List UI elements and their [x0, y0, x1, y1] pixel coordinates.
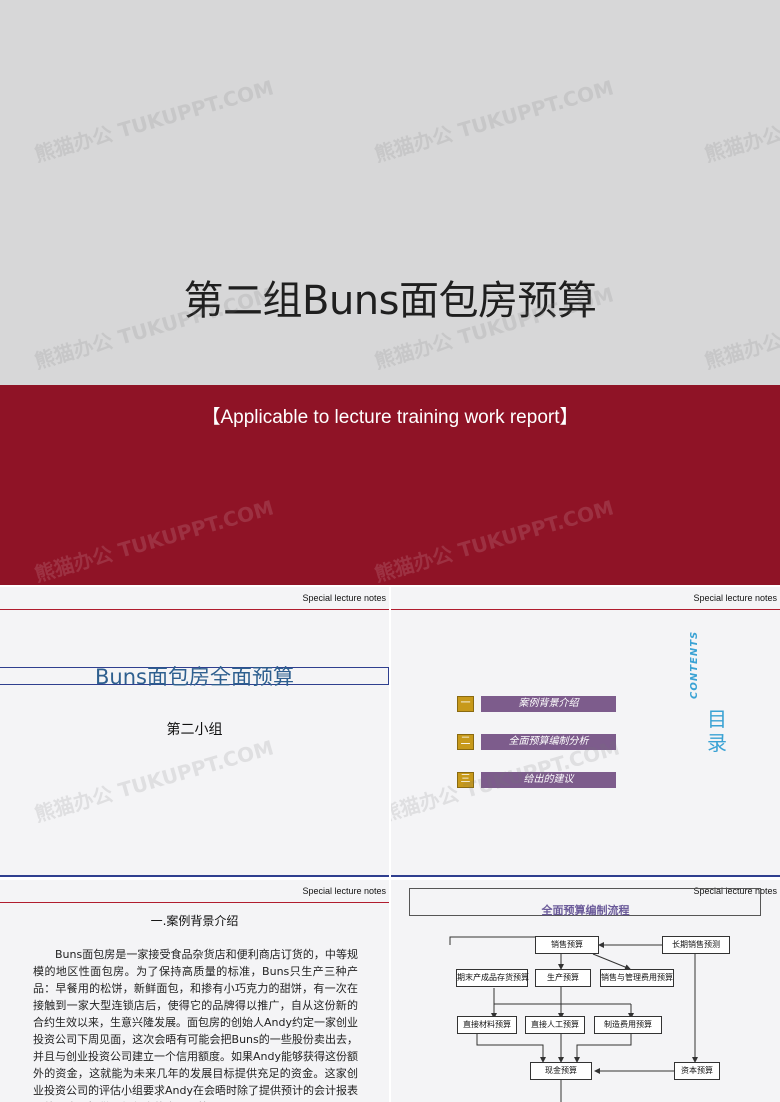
- cover-subtitle: 【Applicable to lecture training work rep…: [201, 407, 579, 428]
- toc-number: 二: [457, 734, 474, 750]
- toc-item[interactable]: 二 全面预算编制分析: [457, 734, 617, 750]
- slide-case-background: Special lecture notes 一.案例背景介绍 Buns面包房是一…: [0, 880, 389, 1102]
- cover-title: 第二组Buns面包房预算: [183, 278, 597, 324]
- slide-bottom-rule: [391, 875, 780, 877]
- toc-number: 三: [457, 772, 474, 788]
- slide-title: Special lecture notes Buns面包房全面预算 第二小组 熊…: [0, 587, 389, 877]
- box-capital-budget: 资本预算: [674, 1062, 720, 1080]
- toc-item[interactable]: 三 给出的建议: [457, 772, 617, 788]
- toc-label: 案例背景介绍: [481, 696, 616, 712]
- box-overhead: 制造费用预算: [594, 1016, 662, 1034]
- slide-top-rule: [0, 902, 389, 903]
- slide-top-rule: [391, 609, 780, 610]
- toc-label: 给出的建议: [481, 772, 616, 788]
- slide-note: Special lecture notes: [693, 593, 777, 603]
- slide-top-rule: [0, 609, 389, 610]
- section-heading: 一.案例背景介绍: [150, 914, 239, 928]
- cover-top-panel: [0, 0, 780, 385]
- box-selling-admin: 销售与管理费用预算: [600, 969, 674, 987]
- slide-bottom-rule: [0, 875, 389, 877]
- box-longterm-forecast: 长期销售预测: [662, 936, 730, 954]
- box-sales-budget: 销售预算: [535, 936, 599, 954]
- contents-heading: 目录: [707, 707, 727, 755]
- toc-item[interactable]: 一 案例背景介绍: [457, 696, 617, 712]
- contents-label: CONTENTS: [689, 630, 700, 699]
- slide-note: Special lecture notes: [302, 593, 386, 603]
- watermark: 熊猫办公 TUKUPPT.COM: [31, 735, 277, 827]
- slide-contents: Special lecture notes 一 案例背景介绍 二 全面预算编制分…: [391, 587, 780, 877]
- slide-note: Special lecture notes: [302, 886, 386, 896]
- box-cash-budget: 现金预算: [530, 1062, 592, 1080]
- box-direct-labor: 直接人工预算: [525, 1016, 585, 1034]
- box-direct-materials: 直接材料预算: [457, 1016, 517, 1034]
- section-body: Buns面包房是一家接受食品杂货店和便利商店订货的，中等规模的地区性面包房。为了…: [33, 948, 358, 1102]
- box-production-budget: 生产预算: [535, 969, 591, 987]
- toc-label: 全面预算编制分析: [481, 734, 616, 750]
- slide-title-text: Buns面包房全面预算: [95, 665, 294, 689]
- box-ending-inventory: 期末产成品存货预算: [456, 969, 529, 987]
- toc-number: 一: [457, 696, 474, 712]
- slide-subtitle: 第二小组: [166, 722, 223, 738]
- slide-budget-flow: Special lecture notes 全面预算编制流程 销售预算 长期销售…: [391, 880, 780, 1102]
